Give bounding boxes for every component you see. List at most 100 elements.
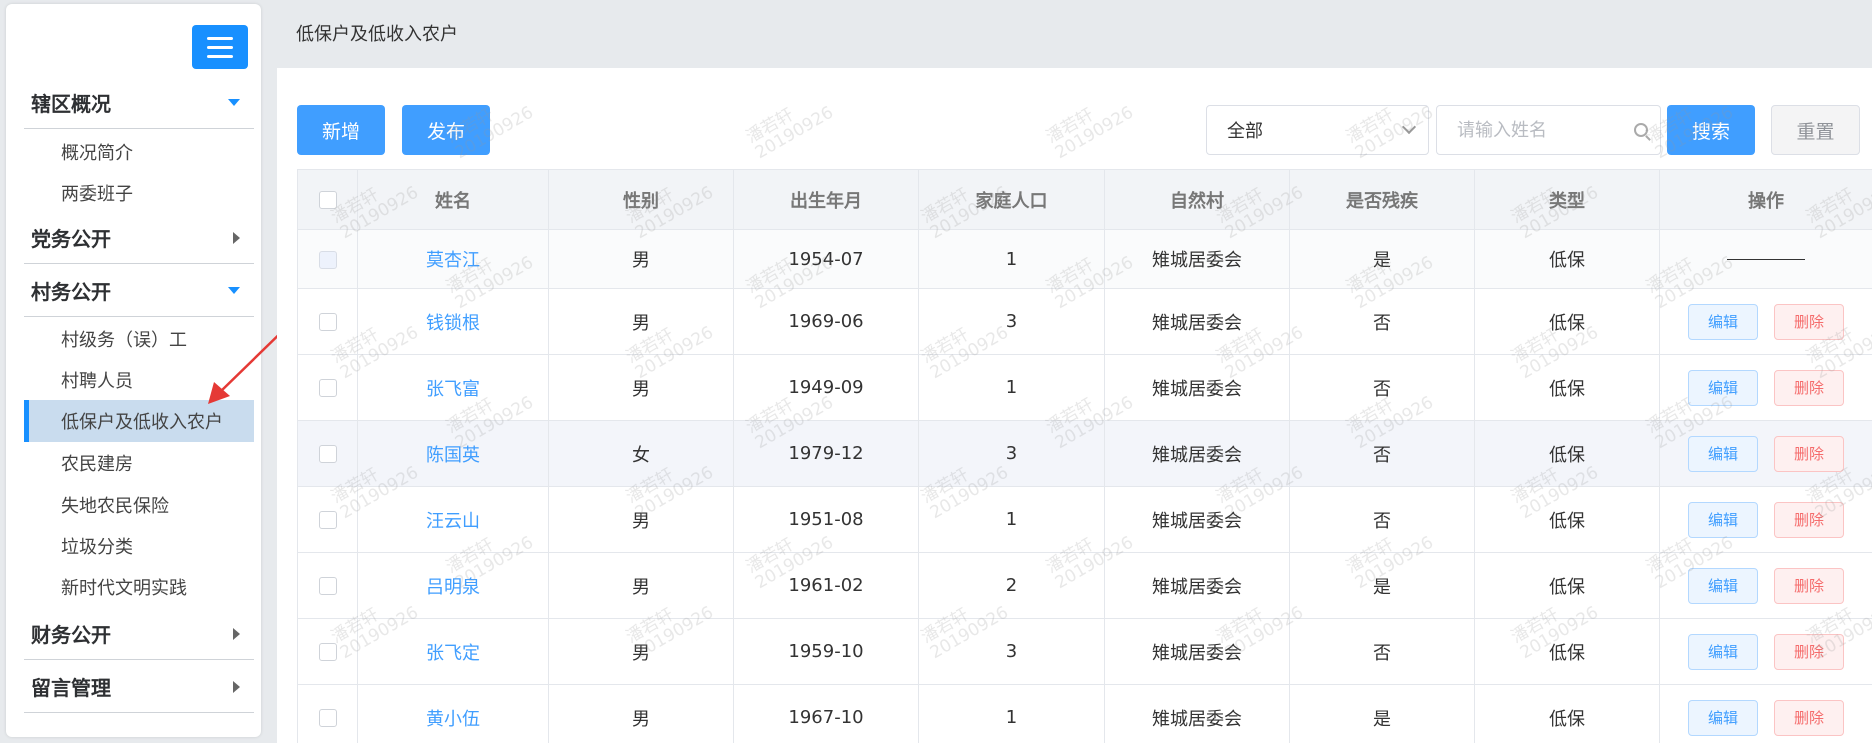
name-link[interactable]: 汪云山 [426,511,480,532]
cell-gender: 男 [548,618,734,685]
row-checkbox[interactable] [318,379,337,397]
edit-button[interactable]: 编辑 [1688,699,1758,736]
row-checkbox[interactable] [318,313,337,331]
cell-birth: 1969-06 [733,288,919,355]
cell-type: 低保 [1474,354,1660,421]
sidebar-item-low-income-households[interactable]: 低保户及低收入农户 [24,400,254,442]
name-link[interactable]: 黄小伍 [426,709,480,730]
edit-button[interactable]: 编辑 [1688,303,1758,340]
name-link[interactable]: 陈国英 [426,445,480,466]
edit-button[interactable]: 编辑 [1688,633,1758,670]
watermark-text: 潘若轩 20190926 [742,102,837,164]
cell-village: 雉城居委会 [1104,229,1290,289]
cell-birth: 1961-02 [733,552,919,619]
filter-select[interactable]: 全部 [1206,105,1429,155]
caret-right-icon [233,627,240,640]
table-row[interactable]: 汪云山 男 1951-08 1 雉城居委会否低保 编辑 删除 [297,486,1872,553]
cell-gender: 男 [548,486,734,553]
search-field[interactable] [1436,105,1661,155]
caret-right-icon [233,680,240,693]
cell-family: 1 [918,354,1105,421]
name-link[interactable]: 吕明泉 [426,577,480,598]
delete-button[interactable]: 删除 [1774,501,1844,538]
table-row[interactable]: 钱锁根 男 1969-06 3 雉城居委会否低保 编辑 删除 [297,288,1872,355]
cell-actions: 编辑 删除 [1659,420,1872,487]
search-input[interactable] [1457,119,1627,141]
sidebar-item-civilization-practice[interactable]: 新时代文明实践 [24,566,254,608]
sidebar-group-party-affairs[interactable]: 党务公开 [24,212,254,264]
delete-button[interactable]: 删除 [1774,699,1844,736]
sidebar-item-landless-insurance[interactable]: 失地农民保险 [24,484,254,526]
column-header-village: 自然村 [1104,169,1290,230]
sidebar-item-garbage-sorting[interactable]: 垃圾分类 [24,525,254,567]
row-select-cell [297,486,358,553]
watermark-text: 潘若轩 20190926 [1042,102,1137,164]
publish-button[interactable]: 发布 [402,105,490,155]
search-button[interactable]: 搜索 [1667,105,1755,155]
table-row[interactable]: 张飞富 男 1949-09 1 雉城居委会否低保 编辑 删除 [297,354,1872,421]
cell-disabled: 否 [1289,288,1475,355]
page-title: 低保户及低收入农户 [296,24,458,45]
cell-village: 雉城居委会 [1104,288,1290,355]
no-action-dash [1727,259,1805,260]
delete-button[interactable]: 删除 [1774,567,1844,604]
cell-type: 低保 [1474,618,1660,685]
table-row[interactable]: 莫杏江 男 1954-07 1 雉城居委会是低保 [297,229,1872,289]
delete-button[interactable]: 删除 [1774,633,1844,670]
table-row[interactable]: 陈国英 女 1979-12 3 雉城居委会否低保 编辑 删除 [297,420,1872,487]
sidebar-group-village-affairs[interactable]: 村务公开 [24,265,254,317]
cell-name: 钱锁根 [357,288,549,355]
name-link[interactable]: 莫杏江 [426,250,480,271]
delete-button[interactable]: 删除 [1774,369,1844,406]
cell-disabled: 是 [1289,229,1475,289]
sidebar-item-village-work[interactable]: 村级务（误）工 [24,318,254,360]
add-button[interactable]: 新增 [297,105,385,155]
table-row[interactable]: 张飞定 男 1959-10 3 雉城居委会否低保 编辑 删除 [297,618,1872,685]
table-row[interactable]: 黄小伍 男 1967-10 1 雉城居委会是低保 编辑 删除 [297,684,1872,743]
column-header-gender: 性别 [548,169,734,230]
row-checkbox[interactable] [318,577,337,595]
edit-button[interactable]: 编辑 [1688,435,1758,472]
sidebar-group-district-overview[interactable]: 辖区概况 [24,77,254,129]
cell-actions: 编辑 删除 [1659,486,1872,553]
cell-type: 低保 [1474,420,1660,487]
delete-button[interactable]: 删除 [1774,303,1844,340]
name-link[interactable]: 张飞定 [426,643,480,664]
sidebar-item-two-committees[interactable]: 两委班子 [24,172,254,214]
reset-button[interactable]: 重置 [1771,105,1860,155]
cell-name: 张飞定 [357,618,549,685]
row-checkbox[interactable] [318,643,337,661]
row-checkbox[interactable] [318,250,337,269]
table-row[interactable]: 吕明泉 男 1961-02 2 雉城居委会是低保 编辑 删除 [297,552,1872,619]
cell-name: 汪云山 [357,486,549,553]
column-header-name: 姓名 [357,169,549,230]
cell-family: 1 [918,229,1105,289]
sidebar-group-messages[interactable]: 留言管理 [24,661,254,713]
sidebar-item-hired-staff[interactable]: 村聘人员 [24,359,254,401]
cell-name: 张飞富 [357,354,549,421]
row-select-cell [297,684,358,743]
data-table: 姓名 性别 出生年月 家庭人口 自然村 是否残疾 类型 操作 莫杏江男 1954-… [297,169,1872,743]
edit-button[interactable]: 编辑 [1688,501,1758,538]
name-link[interactable]: 张飞富 [426,379,480,400]
row-checkbox[interactable] [318,511,337,529]
edit-button[interactable]: 编辑 [1688,567,1758,604]
sidebar-item-overview-intro[interactable]: 概况简介 [24,131,254,173]
sidebar-item-farmer-housing[interactable]: 农民建房 [24,442,254,484]
row-checkbox[interactable] [318,709,337,727]
select-all-checkbox[interactable] [318,191,337,209]
cell-type: 低保 [1474,229,1660,289]
menu-toggle-button[interactable] [192,25,248,69]
delete-button[interactable]: 删除 [1774,435,1844,472]
cell-gender: 男 [548,288,734,355]
cell-family: 3 [918,420,1105,487]
table-header-row: 姓名 性别 出生年月 家庭人口 自然村 是否残疾 类型 操作 [297,169,1872,230]
edit-button[interactable]: 编辑 [1688,369,1758,406]
cell-family: 2 [918,552,1105,619]
cell-gender: 男 [548,354,734,421]
name-link[interactable]: 钱锁根 [426,313,480,334]
sidebar-group-finance[interactable]: 财务公开 [24,608,254,660]
cell-type: 低保 [1474,486,1660,553]
caret-down-icon [228,99,240,106]
row-checkbox[interactable] [318,445,337,463]
